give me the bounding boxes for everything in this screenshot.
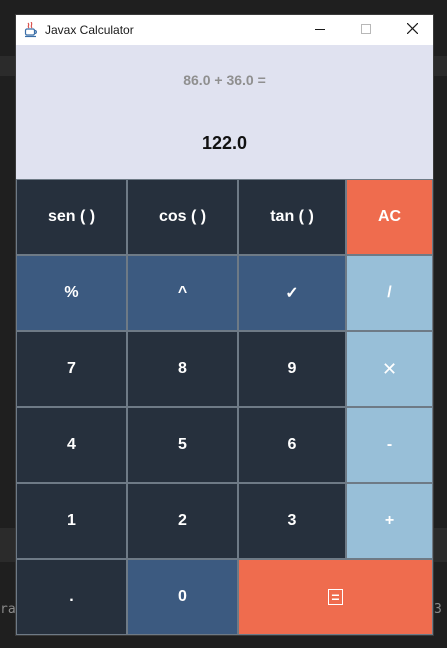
result-text: 122.0 <box>201 133 248 153</box>
calculator-display: 86.0 + 36.0 = 122.0 <box>16 45 433 179</box>
background-text-fragment: ra <box>0 602 16 617</box>
digit-6-button[interactable]: 6 <box>238 407 346 483</box>
java-cup-icon <box>24 21 38 38</box>
sen-button[interactable]: sen ( ) <box>16 179 127 255</box>
minus-button[interactable]: - <box>346 407 433 483</box>
digit-3-button[interactable]: 3 <box>238 483 346 559</box>
digit-8-button[interactable]: 8 <box>127 331 238 407</box>
maximize-button[interactable] <box>343 15 389 45</box>
divide-button[interactable]: / <box>346 255 433 331</box>
digit-9-button[interactable]: 9 <box>238 331 346 407</box>
equals-button[interactable]: = <box>238 559 433 635</box>
multiply-button[interactable]: ✕ <box>346 331 433 407</box>
close-button[interactable] <box>389 15 435 45</box>
keypad: sen ( ) cos ( ) tan ( ) AC % ^ ✓ / 7 8 9… <box>16 179 433 635</box>
digit-5-button[interactable]: 5 <box>127 407 238 483</box>
minimize-button[interactable] <box>297 15 343 45</box>
close-icon <box>406 21 418 39</box>
equals-label: = <box>328 589 343 605</box>
clear-button[interactable]: AC <box>346 179 433 255</box>
power-button[interactable]: ^ <box>127 255 238 331</box>
digit-2-button[interactable]: 2 <box>127 483 238 559</box>
digit-4-button[interactable]: 4 <box>16 407 127 483</box>
digit-1-button[interactable]: 1 <box>16 483 127 559</box>
expression-text: 86.0 + 36.0 = <box>183 72 266 88</box>
window-title: Javax Calculator <box>45 23 134 37</box>
decimal-button[interactable]: . <box>16 559 127 635</box>
calculator-window: Javax Calculator 86.0 + 36.0 = 122.0 sen… <box>16 15 433 635</box>
plus-button[interactable]: + <box>346 483 433 559</box>
maximize-icon <box>361 21 371 39</box>
title-bar[interactable]: Javax Calculator <box>16 15 433 45</box>
minimize-icon <box>315 21 325 39</box>
percent-button[interactable]: % <box>16 255 127 331</box>
sqrt-button[interactable]: ✓ <box>238 255 346 331</box>
cos-button[interactable]: cos ( ) <box>127 179 238 255</box>
digit-7-button[interactable]: 7 <box>16 331 127 407</box>
tan-button[interactable]: tan ( ) <box>238 179 346 255</box>
background-text-fragment: 3 <box>434 602 442 617</box>
digit-0-button[interactable]: 0 <box>127 559 238 635</box>
